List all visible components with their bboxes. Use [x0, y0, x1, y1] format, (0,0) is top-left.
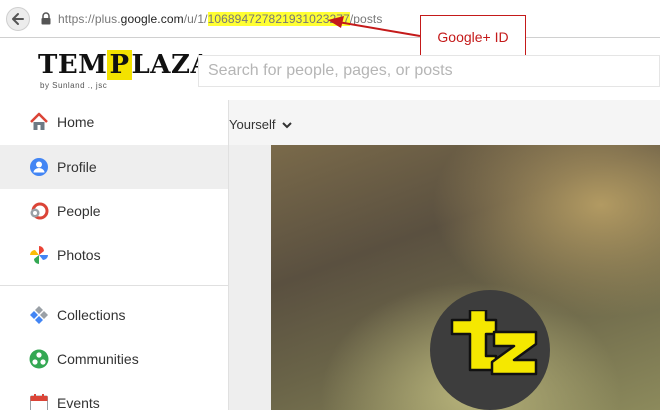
back-button[interactable] [6, 7, 30, 31]
sidebar-item-communities[interactable]: Communities [0, 337, 228, 381]
sidebar-item-label: People [57, 203, 101, 219]
url-path: /u/1/ [183, 12, 208, 26]
lock-icon [41, 12, 51, 25]
sidebar-item-label: Photos [57, 247, 101, 263]
sidebar-divider [0, 285, 228, 286]
collections-icon [28, 304, 50, 326]
communities-icon [28, 348, 50, 370]
sidebar-item-people[interactable]: People [0, 189, 228, 233]
sidebar-item-label: Events [57, 395, 100, 410]
sidebar-item-profile[interactable]: Profile [0, 145, 228, 189]
content-gutter [229, 145, 271, 410]
search-box[interactable] [198, 55, 660, 87]
sidebar-item-photos[interactable]: Photos [0, 233, 228, 277]
events-icon [28, 392, 50, 410]
back-arrow-icon [12, 13, 24, 25]
sidebar-item-collections[interactable]: Collections [0, 293, 228, 337]
templaza-logo[interactable]: TEMPLAZA by Sunland ., jsc [38, 48, 211, 92]
profile-icon [28, 156, 50, 178]
chevron-down-icon [282, 122, 292, 129]
url-field[interactable]: https://plus.google.com/u/1/106894727821… [58, 12, 382, 26]
content-filter-bar: Yourself [229, 100, 660, 145]
browser-address-bar: https://plus.google.com/u/1/106894727821… [0, 0, 660, 38]
page-root: https://plus.google.com/u/1/106894727821… [0, 0, 660, 410]
sidebar-item-label: Communities [57, 351, 139, 367]
sidebar-item-label: Profile [57, 159, 97, 175]
url-google-id: 106894727821931023277 [207, 12, 350, 26]
logo-wordmark: TEMPLAZA [38, 50, 211, 80]
url-suffix: /posts [349, 12, 383, 26]
logo-subtitle: by Sunland ., jsc [40, 81, 108, 90]
sidebar-item-home[interactable]: Home [0, 100, 228, 144]
url-host: google.com [120, 12, 184, 26]
logo-wordmark-start: TEM [38, 50, 108, 80]
people-icon [28, 200, 50, 222]
sidebar-item-label: Home [57, 114, 95, 130]
annotation-label: Google+ ID [420, 15, 526, 59]
search-input[interactable] [199, 56, 659, 86]
logo-wordmark-p: P [107, 50, 132, 80]
sidebar-item-label: Collections [57, 307, 126, 323]
tz-logo-icon [450, 310, 538, 376]
home-icon [28, 111, 50, 133]
view-as-dropdown[interactable]: Yourself [229, 117, 292, 132]
photos-icon [28, 244, 50, 266]
view-as-label: Yourself [229, 117, 276, 132]
sidebar-item-events[interactable]: Events [0, 381, 228, 410]
sidebar: Home Profile People Photos Collections C… [0, 100, 229, 410]
url-prefix: https://plus. [58, 12, 121, 26]
